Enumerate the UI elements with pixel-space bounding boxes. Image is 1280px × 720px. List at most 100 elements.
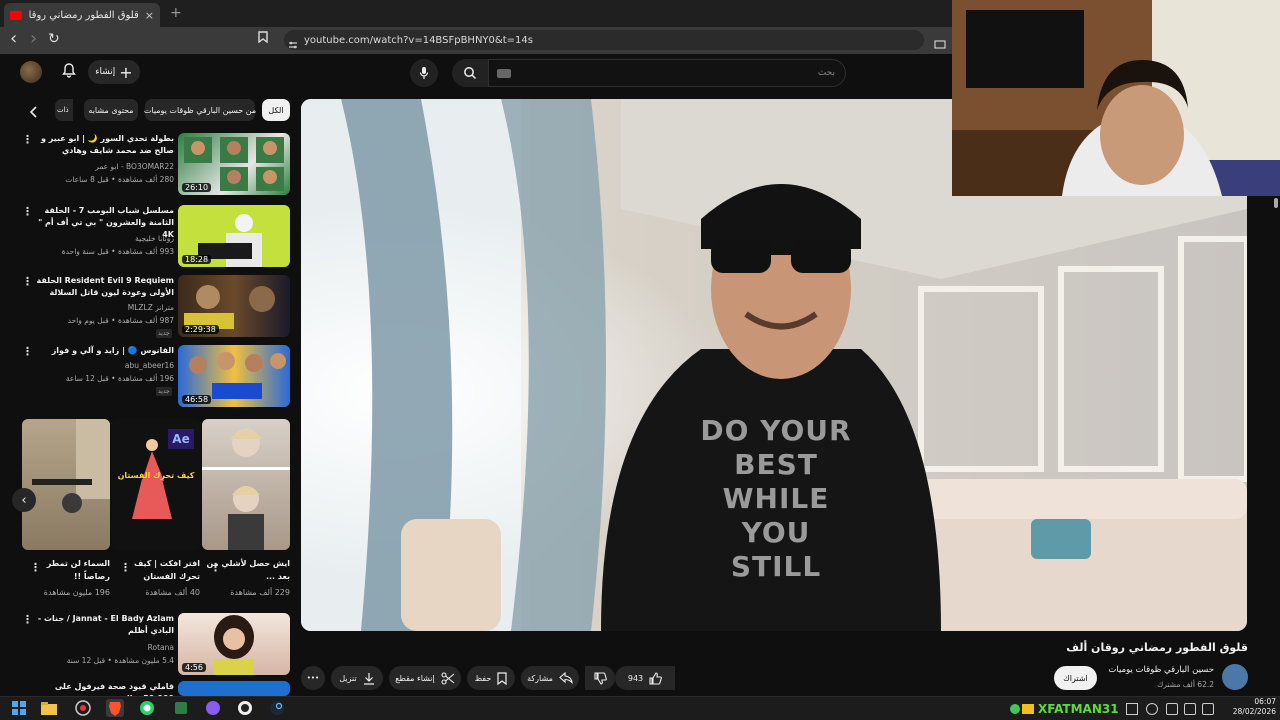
short-art [32, 419, 110, 513]
more-actions-button[interactable]: ••• [301, 666, 325, 690]
wifi-icon[interactable] [1166, 703, 1178, 715]
channel-avatar[interactable] [1222, 664, 1248, 690]
tab-close-icon[interactable]: × [145, 9, 154, 22]
thumbs-down-icon [593, 671, 607, 685]
related-video[interactable]: 18:28 مسلسل شباب البومب 7 - الحلقة الثام… [0, 205, 296, 271]
back-button[interactable]: ‹ [10, 28, 17, 49]
cast-icon[interactable] [934, 35, 946, 54]
related-video[interactable]: 46:58 القانوس 🔵 | زايد و آلي و فواز abu_… [0, 345, 296, 411]
related-video[interactable]: قاملي قيود صحة فيرفول على 50,000 ريال [0, 681, 296, 696]
site-info-icon[interactable] [288, 35, 298, 54]
voice-search-button[interactable] [410, 59, 438, 87]
taskbar-clock[interactable]: 06:07 28/02/2026 [1228, 697, 1276, 717]
browser-app-icon[interactable] [74, 699, 92, 717]
related-video[interactable]: 4:56 Jannat - El Bady Azlam / جنات - الب… [0, 613, 296, 679]
save-button[interactable]: حفظ [467, 666, 515, 690]
video-thumbnail[interactable]: 2:29:38 [178, 275, 290, 337]
download-button[interactable]: تنزيل [331, 666, 383, 690]
notifications-bell-icon[interactable] [61, 62, 77, 82]
create-button[interactable]: إنشاء + [88, 60, 140, 84]
shorts-scroll-left-icon[interactable]: ‹ [12, 488, 36, 512]
bookmark-icon[interactable] [258, 31, 268, 47]
address-bar[interactable]: youtube.com/watch?v=14BSFpBHNY0&t=14s [284, 30, 924, 50]
search-button[interactable] [452, 59, 488, 87]
keyboard-icon[interactable] [497, 69, 511, 78]
steam-icon[interactable] [268, 699, 286, 717]
chip-similar[interactable]: محتوى مشابه [84, 99, 138, 121]
short-views: 40 ألف مشاهدة [145, 588, 200, 597]
subscribe-button[interactable]: اشتراك [1054, 666, 1097, 690]
short-thumbnail[interactable] [22, 419, 110, 550]
browser-tab[interactable]: قلوق الفطور رمضاني روقان ألف - × [4, 3, 160, 27]
related-video[interactable]: 2:29:38 Resident Evil 9 Requiem الحلقة ا… [0, 275, 296, 341]
more-actions-icon[interactable]: ⋮ [22, 205, 33, 218]
chips-scroll-left-icon[interactable] [29, 106, 38, 122]
video-thumbnail[interactable]: 26:10 [178, 133, 290, 195]
video-thumbnail[interactable] [178, 681, 290, 696]
app-icon[interactable] [172, 699, 190, 717]
chip-partial[interactable]: ذات [55, 99, 73, 121]
create-label: إنشاء [95, 67, 116, 77]
more-actions-icon[interactable]: ⋮ [22, 613, 33, 626]
video-channel[interactable]: abu_abeer16 [30, 361, 174, 370]
share-button[interactable]: مشاركة [521, 666, 579, 690]
video-channel[interactable]: روتانا خليجية [30, 234, 174, 243]
file-explorer-icon[interactable] [40, 699, 58, 717]
clock-date: 28/02/2026 [1232, 707, 1276, 716]
messenger-icon[interactable] [204, 699, 222, 717]
more-actions-icon[interactable]: ⋮ [22, 275, 33, 288]
video-title[interactable]: Resident Evil 9 Requiem الحلقة الأولى وع… [30, 275, 174, 299]
search-input[interactable]: بحث [488, 59, 846, 87]
scrollbar-thumb[interactable] [1274, 198, 1278, 208]
video-channel[interactable]: BO3OMAR22 - ابو عمر [30, 162, 174, 171]
youtube-favicon-icon [10, 10, 22, 20]
short-thumbnail[interactable]: Ae كيف تحرك الفستان [112, 419, 200, 550]
more-actions-icon[interactable]: ⋮ [22, 133, 33, 146]
user-avatar[interactable] [20, 61, 42, 83]
video-thumbnail[interactable]: 18:28 [178, 205, 290, 267]
more-actions-icon[interactable]: ⋮ [30, 561, 41, 574]
chip-label: من حسين البارقي ظوقات يوميات [143, 105, 257, 115]
video-duration: 2:29:38 [182, 325, 219, 334]
video-title-main: قلوق الفطور رمضاني روقان ألف [1066, 641, 1248, 654]
chip-all[interactable]: الكل [262, 99, 290, 121]
tray-icon[interactable] [1126, 703, 1138, 715]
forward-button[interactable]: › [30, 28, 37, 49]
like-button[interactable]: 943 [615, 666, 675, 690]
video-title[interactable]: Jannat - El Bady Azlam / جنات - البادي أ… [30, 613, 174, 637]
chip-label: ذات [57, 106, 69, 114]
video-title[interactable]: قاملي قيود صحة فيرفول على 50,000 ريال [30, 681, 174, 696]
video-title[interactable]: بطولة تحدي السور 🌙 | ابو عبير و صالح ضد … [30, 133, 174, 157]
video-duration: 46:58 [182, 395, 212, 404]
bookmark-icon [497, 671, 507, 685]
short-views: 196 مليون مشاهدة [43, 588, 110, 597]
dislike-button[interactable] [585, 666, 615, 690]
battery-icon[interactable] [1202, 703, 1214, 715]
video-thumbnail[interactable]: 46:58 [178, 345, 290, 407]
chip-from-channel[interactable]: من حسين البارقي ظوقات يوميات [143, 99, 257, 121]
video-channel[interactable]: مترانز MLZLZ [30, 303, 174, 312]
new-tab-button[interactable]: + [170, 5, 182, 21]
status-check-icon [1010, 704, 1020, 714]
search-placeholder: بحث [817, 68, 835, 78]
video-title[interactable]: القانوس 🔵 | زايد و آلي و فواز [30, 345, 174, 357]
brave-browser-icon[interactable] [106, 699, 124, 717]
reload-button[interactable]: ↻ [48, 31, 60, 47]
plus-icon: + [119, 62, 133, 82]
video-channel[interactable]: Rotana [30, 643, 174, 652]
channel-name[interactable]: حسين البارقي ظوقات يوميات [1080, 665, 1214, 675]
related-video[interactable]: 26:10 بطولة تحدي السور 🌙 | ابو عبير و صا… [0, 133, 296, 199]
tray-icon[interactable] [1146, 703, 1158, 715]
more-actions-icon[interactable]: ⋮ [210, 561, 221, 574]
volume-icon[interactable] [1184, 703, 1196, 715]
video-thumbnail[interactable]: 4:56 [178, 613, 290, 675]
short-thumbnail[interactable] [202, 419, 290, 550]
more-actions-icon[interactable]: ⋮ [120, 561, 131, 574]
obs-icon[interactable] [236, 699, 254, 717]
start-menu-icon[interactable] [10, 699, 28, 717]
page-scrollbar[interactable] [1272, 196, 1280, 696]
download-icon [363, 672, 374, 685]
clip-button[interactable]: إنشاء مقطع [389, 666, 461, 690]
more-actions-icon[interactable]: ⋮ [22, 345, 33, 358]
whatsapp-icon[interactable] [138, 699, 156, 717]
